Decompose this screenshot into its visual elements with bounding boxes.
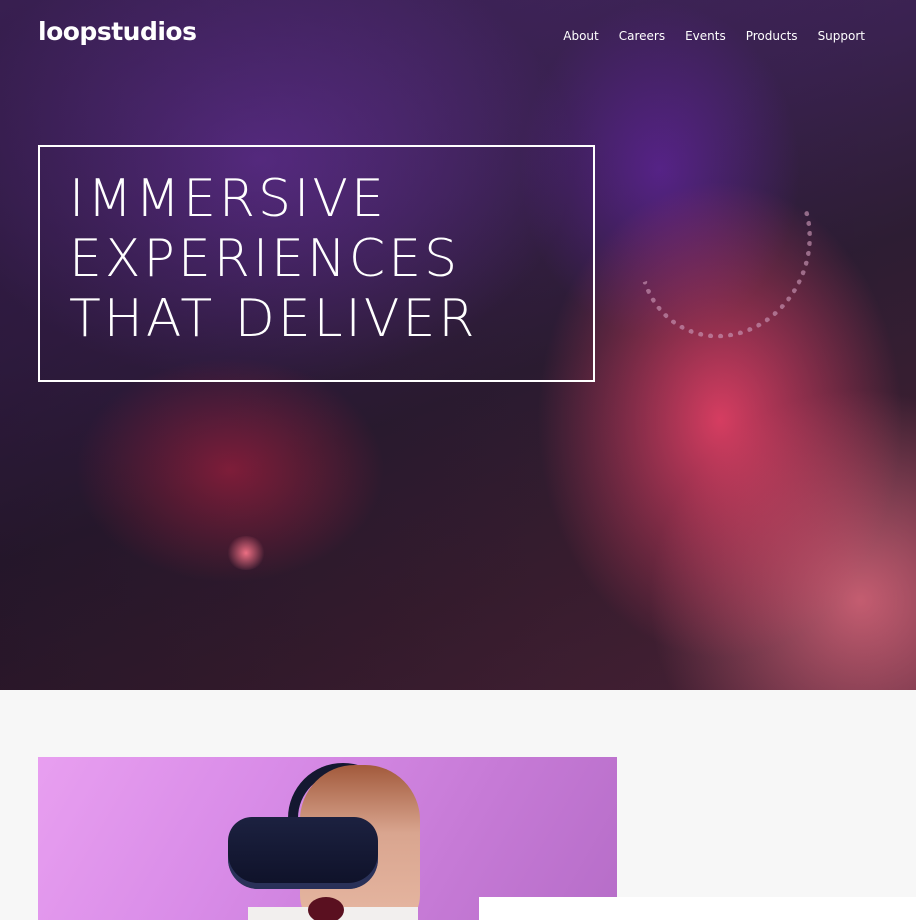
vr-headset-shape (228, 817, 378, 889)
nav-link-events[interactable]: Events (685, 28, 726, 44)
vr-person-image (38, 757, 617, 920)
site-logo[interactable]: loopstudios (38, 17, 197, 46)
hero-light-glow (226, 536, 266, 570)
hero-headline-line-1: IMMERSIVE (69, 169, 387, 229)
hero-headline-line-3: THAT DELIVER (69, 289, 478, 349)
nav-link-about[interactable]: About (563, 28, 598, 44)
main-nav: About Careers Events Products Support (563, 28, 865, 44)
hero-headline-line-2: EXPERIENCES (69, 229, 461, 289)
nav-link-products[interactable]: Products (746, 28, 798, 44)
person-mouth-shape (308, 897, 344, 920)
hero-section: loopstudios About Careers Events Product… (0, 0, 916, 690)
nav-link-careers[interactable]: Careers (619, 28, 665, 44)
intro-text-card (479, 897, 916, 920)
nav-link-support[interactable]: Support (818, 28, 865, 44)
hero-headline-box: IMMERSIVE EXPERIENCES THAT DELIVER (38, 145, 595, 382)
